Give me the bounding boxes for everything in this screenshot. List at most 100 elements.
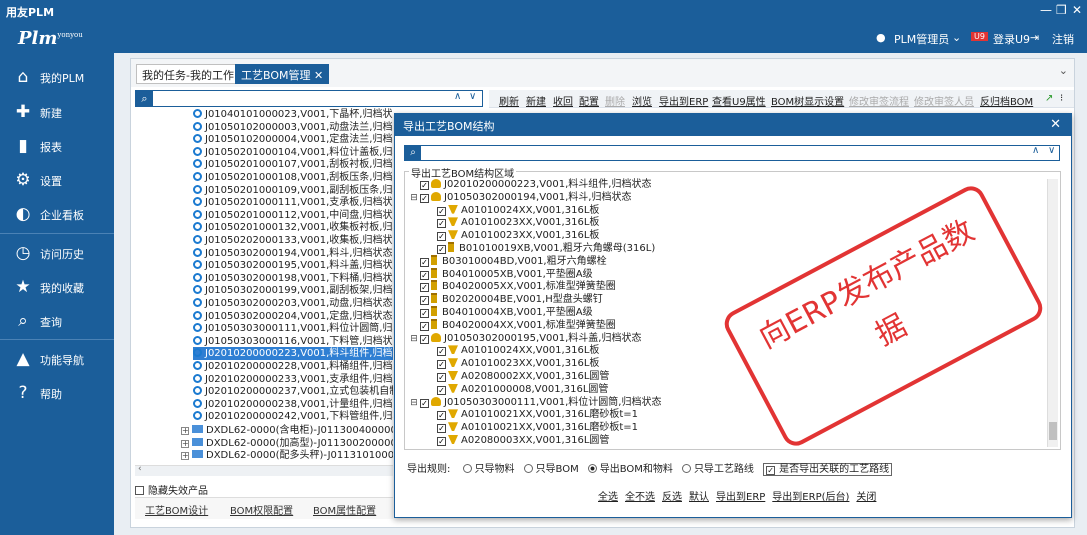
expand-icon[interactable]: + (181, 439, 189, 448)
tree-node[interactable]: J01050202000133,V001,收集板,归档状 (193, 234, 393, 247)
export-tree-node[interactable]: ✓ A0201000008,V001,316L圆管 (437, 383, 608, 396)
tree-node[interactable]: J01050201000107,V001,刮板衬板,归档状 (193, 158, 393, 171)
tree-node[interactable]: J01050201000104,V001,料位计盖板,归档状 (193, 146, 393, 159)
related-route-checkbox[interactable]: ✓ 是否导出关联的工艺路线 (763, 463, 893, 476)
logout-icon[interactable]: ⇥ (1030, 31, 1039, 44)
search-icon[interactable]: ⌕ (405, 146, 421, 160)
tree-node[interactable]: J01050201000109,V001,副刮板压条,归档状 (193, 184, 393, 197)
tab-bom-permission[interactable]: BOM权限配置 (230, 502, 293, 517)
tree-folder[interactable]: + DXDL62-0000(加高型)-J011300200000 (181, 437, 393, 450)
sidebar-item-settings[interactable]: ⚙ 设置 (0, 164, 114, 196)
export-tree-node[interactable]: ✓ B02020004BE,V001,H型盘头螺钉 (410, 293, 603, 306)
restore-button[interactable]: ❒ (1056, 3, 1067, 17)
export-tree-node[interactable]: ✓ B04020004XX,V001,标准型弹簧垫圈 (410, 318, 616, 332)
node-checkbox[interactable]: ✓ (437, 347, 446, 357)
search-icon[interactable]: ⌕ (136, 91, 153, 106)
tree-node[interactable]: J01050201000111,V001,支承板,归档状 (193, 196, 393, 209)
expand-icon[interactable]: + (181, 452, 189, 461)
minimize-button[interactable]: — (1040, 3, 1052, 17)
node-checkbox[interactable]: ✓ (420, 398, 429, 408)
select-all-button[interactable]: 全选 (598, 492, 618, 503)
chevron-up-icon[interactable]: ∧ (454, 91, 461, 102)
default-button[interactable]: 默认 (689, 492, 709, 503)
export-rule-radio[interactable]: 只导BOM (523, 464, 579, 475)
expand-icon[interactable]: + (181, 427, 189, 435)
export-tree-node[interactable]: ✓ A01010021XX,V001,316L磨砂板t=1 (437, 421, 638, 434)
invert-selection-button[interactable]: 反选 (662, 492, 682, 503)
select-none-button[interactable]: 全不选 (625, 492, 655, 503)
tree-node[interactable]: J02010200000228,V001,料桶组件,归档状 (193, 360, 393, 373)
view-u9-attr-button[interactable]: 查看U9属性 (712, 93, 766, 108)
sidebar-item-my-plm[interactable]: ⌂ 我的PLM (0, 61, 114, 93)
tree-node[interactable]: J02010200000238,V001,计量组件,归档状 (193, 398, 393, 411)
expand-icon[interactable]: ⊟ (410, 397, 418, 410)
tree-folder[interactable]: + DXDL62-0000(配多头秤)-J011310100000 (181, 449, 393, 462)
export-rule-radio[interactable]: 只导物料 (462, 464, 515, 475)
sidebar-item-query[interactable]: ⌕ 查询 (0, 305, 114, 337)
chevron-up-icon[interactable]: ∧ (1032, 145, 1039, 156)
tree-node[interactable]: J01050302000194,V001,料斗,归档状态,生 (193, 247, 393, 260)
chevron-down-icon[interactable]: ∨ (469, 91, 476, 102)
tab-process-bom[interactable]: 工艺BOM管理 ✕ (235, 64, 330, 84)
tree-node[interactable]: J01050201000132,V001,收集板衬板,归档 (193, 221, 393, 234)
export-tree-node[interactable]: ✓ B01010019XB,V001,粗牙六角螺母(316L) (437, 242, 655, 255)
node-checkbox[interactable]: ✓ (437, 219, 446, 229)
node-checkbox[interactable]: ✓ (437, 385, 446, 395)
export-tree-node[interactable]: ✓ A02080003XX,V001,316L圆管 (437, 434, 609, 447)
tree-node[interactable]: J01050302000198,V001,下料桶,归档状 (193, 272, 393, 285)
user-menu[interactable]: PLM管理员 (894, 31, 949, 47)
node-checkbox[interactable]: ✓ (420, 296, 429, 306)
node-checkbox[interactable]: ✓ (437, 206, 446, 216)
export-tree-node[interactable]: ✓ A01010023XX,V001,316L板 (437, 216, 599, 229)
node-checkbox[interactable]: ✓ (420, 283, 429, 293)
chevron-down-icon[interactable]: ⌄ (1059, 64, 1068, 77)
tree-node[interactable]: J01050302000195,V001,料斗盖,归档状 (193, 259, 393, 272)
configure-button[interactable]: 配置 (579, 93, 599, 108)
export-tree-node[interactable]: ⊟ ✓ J01050303000111,V001,料位计圆筒,归档状态 (410, 396, 662, 409)
node-checkbox[interactable]: ✓ (420, 181, 429, 190)
export-erp-button[interactable]: 导出到ERP (659, 93, 708, 108)
close-icon[interactable]: ✕ (1050, 117, 1061, 132)
tree-node[interactable]: J02010200000233,V001,支承组件,归档状 (193, 373, 393, 386)
chevron-down-icon[interactable]: ⌄ (952, 31, 961, 44)
export-tree-node[interactable]: ✓ B04010004XB,V001,平垫圈A级 (410, 306, 593, 319)
tree-node[interactable]: J01050201000112,V001,中间盘,归档状 (193, 209, 393, 222)
node-checkbox[interactable]: ✓ (420, 321, 429, 331)
export-tree-node[interactable]: ✓ A01010023XX,V001,316L板 (437, 357, 599, 370)
expand-icon[interactable]: ⊟ (410, 333, 418, 346)
refresh-button[interactable]: 刷新 (499, 93, 519, 108)
node-checkbox[interactable]: ✓ (437, 245, 446, 254)
node-checkbox[interactable]: ✓ (420, 334, 429, 344)
horizontal-scrollbar[interactable]: ‹ (135, 464, 393, 476)
export-tree-node[interactable]: ✓ A01010021XX,V001,316L磨砂板t=1 (437, 408, 638, 421)
sidebar-item-function-nav[interactable]: ▲ 功能导航 (0, 343, 114, 375)
export-tree-node[interactable]: ✓ J02010200000223,V001,料斗组件,归档状态 (420, 178, 652, 191)
scroll-thumb[interactable] (1049, 422, 1057, 440)
node-checkbox[interactable]: ✓ (437, 232, 446, 242)
tab-bom-attribute[interactable]: BOM属性配置 (313, 502, 376, 517)
hide-invalid-checkbox[interactable]: 隐藏失效产品 (135, 482, 208, 497)
export-tree-node[interactable]: ✓ A01010024XX,V001,316L板 (437, 204, 599, 217)
node-checkbox[interactable]: ✓ (420, 309, 429, 318)
export-tree-node[interactable]: ✓ B04020005XX,V001,标准型弹簧垫圈 (410, 280, 616, 293)
tree-folder[interactable]: + DXDL62-0000(含电柜)-J011300400000 (181, 424, 393, 437)
node-checkbox[interactable]: ✓ (420, 193, 429, 203)
export-tree-node[interactable]: ✓ B03010004BD,V001,粗牙六角螺栓 (410, 254, 607, 268)
export-tree-node[interactable]: ✓ A01010023XX,V001,316L板 (437, 229, 599, 242)
export-tree-node[interactable]: ⊟ ✓ J01050302000195,V001,料斗盖,归档状态 (410, 332, 642, 345)
sidebar-item-favorites[interactable]: ★ 我的收藏 (0, 271, 114, 303)
tab-process-bom-design[interactable]: 工艺BOM设计 (145, 502, 208, 517)
tree-node[interactable]: J01050201000108,V001,刮板压条,归档状 (193, 171, 393, 184)
node-checkbox[interactable]: ✓ (437, 424, 446, 434)
node-checkbox[interactable]: ✓ (437, 360, 446, 370)
node-checkbox[interactable]: ✓ (437, 411, 446, 421)
tree-node[interactable]: J01050302000199,V001,副刮板架,归档状 (193, 284, 393, 297)
unarchive-bom-button[interactable]: 反归档BOM (980, 93, 1033, 108)
expand-icon[interactable]: ⊟ (410, 192, 418, 205)
recall-button[interactable]: 收回 (553, 93, 573, 108)
tree-node[interactable]: J01050303000116,V001,下料管,归档状态 (193, 335, 393, 348)
node-checkbox[interactable]: ✓ (437, 437, 446, 446)
vertical-scrollbar[interactable] (1047, 179, 1058, 447)
sidebar-item-dashboard[interactable]: ◐ 企业看板 (0, 198, 114, 230)
close-button[interactable]: ✕ (1072, 3, 1082, 17)
